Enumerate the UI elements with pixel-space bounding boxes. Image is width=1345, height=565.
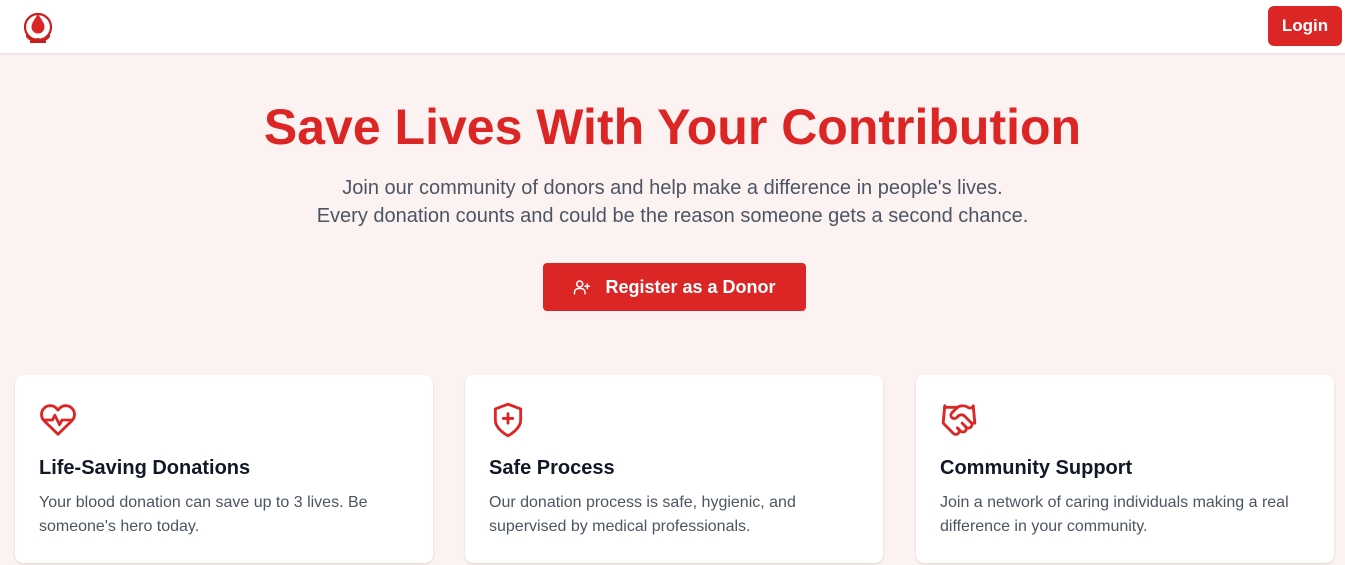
feature-card-community: Community Support Join a network of cari… [916, 375, 1334, 563]
feature-title: Safe Process [489, 457, 615, 479]
hero-subtitle: Join our community of donors and help ma… [0, 174, 1345, 230]
login-button[interactable]: Login [1268, 6, 1342, 46]
heart-pulse-icon [40, 404, 76, 436]
blood-drop-hands-logo [23, 12, 53, 43]
user-plus-icon [574, 280, 591, 295]
feature-card-life-saving: Life-Saving Donations Your blood donatio… [15, 375, 433, 563]
hero-subtitle-line-1: Join our community of donors and help ma… [342, 177, 1003, 199]
hero-subtitle-line-2: Every donation counts and could be the r… [316, 205, 1029, 227]
handshake-icon [941, 404, 977, 436]
register-donor-button[interactable]: Register as a Donor [543, 263, 806, 311]
feature-description: Join a network of caring individuals mak… [940, 494, 1289, 535]
feature-description: Your blood donation can save up to 3 liv… [39, 494, 368, 535]
feature-title: Community Support [940, 457, 1133, 479]
navbar: Login [0, 0, 1345, 54]
shield-plus-icon [493, 402, 523, 438]
hero-title: Save Lives With Your Contribution [263, 99, 1082, 155]
logo-link[interactable] [22, 9, 54, 45]
feature-title: Life-Saving Donations [39, 457, 251, 479]
feature-card-safe-process: Safe Process Our donation process is saf… [465, 375, 883, 563]
feature-description: Our donation process is safe, hygienic, … [489, 494, 796, 535]
register-donor-label: Register as a Donor [605, 276, 776, 297]
